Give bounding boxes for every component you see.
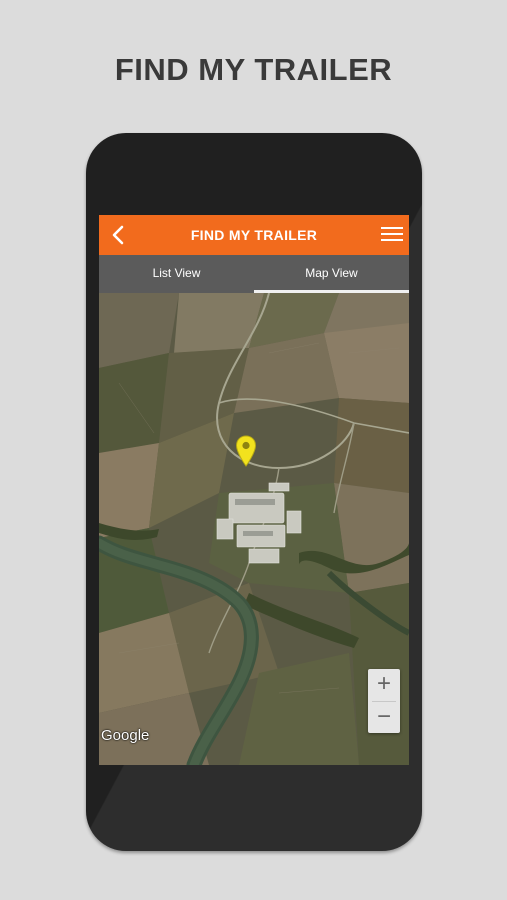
zoom-controls: + − xyxy=(368,669,400,733)
phone-frame: FIND MY TRAILER List View Map View + − G… xyxy=(86,133,422,851)
tab-list-view[interactable]: List View xyxy=(99,255,254,293)
phone-screen: FIND MY TRAILER List View Map View + − G… xyxy=(99,215,409,765)
zoom-in-button[interactable]: + xyxy=(368,669,400,701)
menu-button[interactable] xyxy=(381,224,403,244)
app-title: FIND MY TRAILER xyxy=(190,227,318,243)
hamburger-menu-icon xyxy=(381,227,403,241)
tab-map-view[interactable]: Map View xyxy=(254,255,409,293)
chevron-left-icon xyxy=(112,225,124,245)
view-tabs: List View Map View xyxy=(99,255,409,293)
map-imagery xyxy=(99,293,409,765)
satellite-map[interactable]: + − Google xyxy=(99,293,409,765)
google-attribution: Google xyxy=(101,727,150,744)
promo-headline: FIND MY TRAILER xyxy=(114,52,393,87)
zoom-out-button[interactable]: − xyxy=(368,702,400,734)
yellow-location-pin-icon[interactable] xyxy=(235,435,257,467)
app-bar: FIND MY TRAILER xyxy=(99,215,409,255)
back-button[interactable] xyxy=(105,221,133,249)
